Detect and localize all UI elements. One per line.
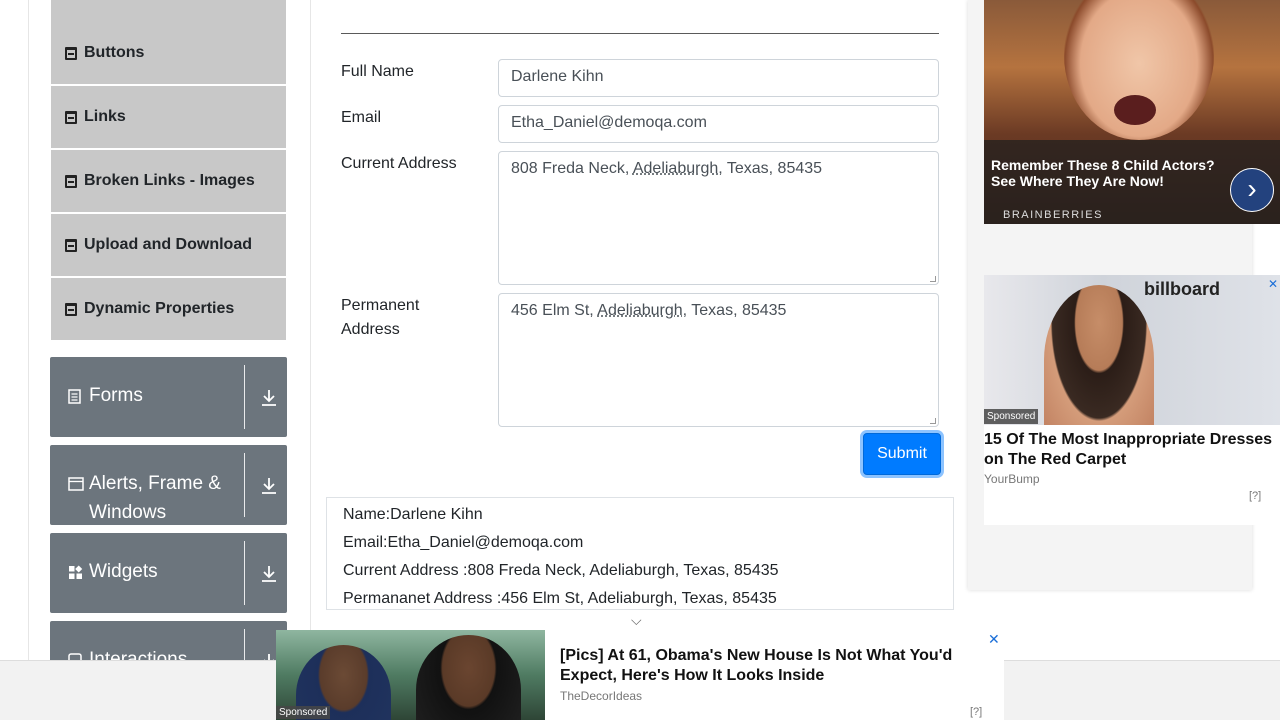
- resize-handle[interactable]: [930, 418, 936, 424]
- submit-button[interactable]: Submit: [863, 433, 941, 475]
- sidebar-item-dynamic-properties[interactable]: Dynamic Properties: [51, 278, 286, 340]
- ad-middle-source[interactable]: YourBump: [984, 472, 1040, 486]
- output-box: Name:Darlene Kihn Email:Etha_Daniel@demo…: [326, 497, 954, 610]
- current-address-prefix: 808 Freda Neck,: [511, 160, 633, 177]
- sidebar-item-broken-links[interactable]: Broken Links - Images: [51, 150, 286, 212]
- group-widgets[interactable]: Widgets: [50, 533, 287, 613]
- ad-top[interactable]: Remember These 8 Child Actors? See Where…: [984, 0, 1280, 224]
- group-label: Alerts, Frame & Windows: [89, 473, 221, 523]
- output-name: Name:Darlene Kihn: [343, 506, 483, 523]
- group-separator: [244, 365, 245, 429]
- current-address-textarea[interactable]: 808 Freda Neck, Adeliaburgh, Texas, 8543…: [498, 151, 939, 285]
- sidebar-item-upload-download[interactable]: Upload and Download: [51, 214, 286, 276]
- sidebar-item-links[interactable]: Links: [51, 86, 286, 148]
- group-forms[interactable]: Forms: [50, 357, 287, 437]
- sponsored-badge: Sponsored: [984, 409, 1039, 424]
- sidebar-item-label: Upload and Download: [84, 236, 252, 253]
- ad-person: [416, 635, 521, 720]
- item-icon: [65, 238, 77, 252]
- permanent-address-label-line1: Permanent: [341, 297, 420, 314]
- ad-person: [1044, 285, 1154, 425]
- email-value: Etha_Daniel@demoqa.com: [511, 114, 707, 131]
- adchoices-icon[interactable]: ✕: [1268, 277, 1278, 291]
- group-alerts-frame-windows[interactable]: Alerts, Frame & Windows: [50, 445, 287, 525]
- download-icon[interactable]: [261, 565, 277, 583]
- email-label: Email: [341, 109, 382, 126]
- group-separator: [244, 541, 245, 605]
- sidebar-item-label: Dynamic Properties: [84, 300, 235, 317]
- chevron-right-icon[interactable]: ›: [1230, 168, 1274, 212]
- ad-info-tag[interactable]: [?]: [1249, 490, 1261, 502]
- item-icon: [65, 110, 77, 124]
- ad-image-detail: [1114, 95, 1156, 125]
- output-permanent-address: Permananet Address :456 Elm St, Adeliabu…: [343, 590, 777, 607]
- close-icon[interactable]: ✕: [988, 631, 1000, 648]
- permanent-address-prefix: 456 Elm St,: [511, 302, 598, 319]
- full-name-input[interactable]: Darlene Kihn: [498, 59, 939, 97]
- ad-bottom-source[interactable]: TheDecorIdeas: [560, 689, 642, 703]
- sidebar-item-label: Broken Links - Images: [84, 172, 255, 189]
- permanent-address-suffix: , Texas, 85435: [682, 302, 787, 319]
- form-divider: [341, 33, 939, 34]
- output-email: Email:Etha_Daniel@demoqa.com: [343, 534, 584, 551]
- item-icon: [65, 46, 77, 60]
- item-icon: [65, 302, 77, 316]
- output-current-address: Current Address :808 Freda Neck, Adeliab…: [343, 562, 779, 579]
- current-address-suffix: , Texas, 85435: [718, 160, 823, 177]
- ad-bottom[interactable]: Sponsored [Pics] At 61, Obama's New Hous…: [276, 630, 1004, 720]
- current-address-city: Adeliaburgh: [632, 160, 719, 177]
- permanent-address-label-line2: Address: [341, 321, 400, 338]
- ad-top-brand: BRAINBERRIES: [1003, 209, 1103, 221]
- ad-top-title[interactable]: Remember These 8 Child Actors? See Where…: [991, 157, 1231, 189]
- group-separator: [244, 453, 245, 517]
- chevron-down-icon[interactable]: ⌵: [631, 612, 642, 629]
- full-name-value: Darlene Kihn: [511, 68, 604, 85]
- ad-banner-text: billboard: [1144, 279, 1220, 299]
- group-label: Forms: [89, 385, 143, 406]
- window-icon: [68, 477, 84, 491]
- group-label: Widgets: [89, 561, 158, 582]
- ad-bottom-image: Sponsored: [276, 630, 545, 720]
- sponsored-badge: Sponsored: [276, 706, 331, 719]
- page: Buttons Links Broken Links - Images Uplo…: [0, 0, 1280, 720]
- content-divider: [310, 0, 311, 720]
- ad-middle-headline[interactable]: 15 Of The Most Inappropriate Dresses on …: [984, 430, 1274, 470]
- ad-middle-image: billboard Sponsored: [984, 275, 1280, 425]
- full-name-label: Full Name: [341, 63, 414, 80]
- email-input[interactable]: Etha_Daniel@demoqa.com: [498, 105, 939, 143]
- sidebar-item-previous[interactable]: [51, 0, 286, 22]
- current-address-label: Current Address: [341, 155, 457, 172]
- left-divider: [28, 0, 29, 720]
- permanent-address-textarea[interactable]: 456 Elm St, Adeliaburgh, Texas, 85435: [498, 293, 939, 427]
- sidebar-item-label: Buttons: [84, 44, 145, 61]
- item-icon: [65, 174, 77, 188]
- ad-info-tag[interactable]: [?]: [970, 706, 982, 718]
- download-icon[interactable]: [261, 477, 277, 495]
- widgets-icon: [69, 565, 83, 579]
- ad-bottom-headline[interactable]: [Pics] At 61, Obama's New House Is Not W…: [560, 646, 970, 686]
- document-icon: [68, 389, 81, 404]
- permanent-address-city: Adeliaburgh: [597, 302, 683, 319]
- sidebar-item-buttons[interactable]: Buttons: [51, 22, 286, 84]
- resize-handle[interactable]: [930, 276, 936, 282]
- download-icon[interactable]: [261, 389, 277, 407]
- ad-middle[interactable]: billboard Sponsored ✕ 15 Of The Most Ina…: [984, 275, 1280, 525]
- sidebar-item-label: Links: [84, 108, 126, 125]
